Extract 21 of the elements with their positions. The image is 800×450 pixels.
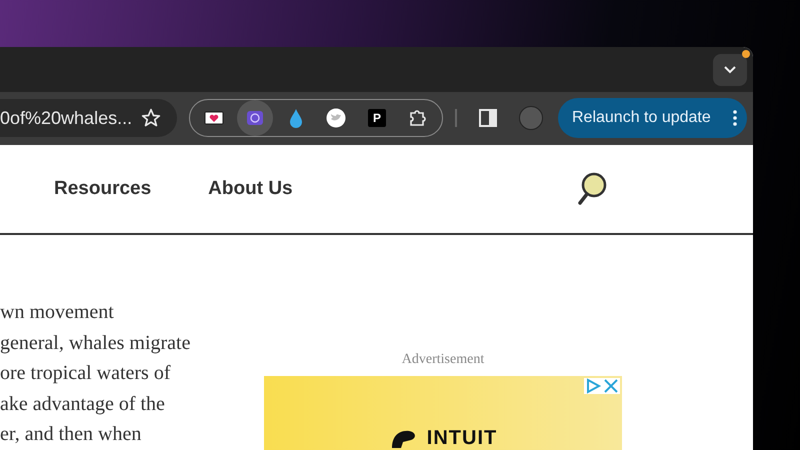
bird-icon	[326, 108, 346, 128]
address-bar[interactable]: 0of%20whales...	[0, 99, 177, 138]
article-text: wn movement general, whales migrate ore tropical waters of ake advantage of the er, and then when	[0, 300, 192, 448]
nav-link[interactable]: Resources	[54, 174, 152, 204]
puzzle-icon	[408, 108, 428, 128]
ad-logo: INTUIT	[426, 428, 498, 448]
badge-icon	[246, 109, 264, 128]
nav-link[interactable]: About Us	[208, 174, 293, 204]
search-icon[interactable]	[577, 172, 607, 206]
side-panel-icon[interactable]	[479, 109, 497, 128]
url-text: 0of%20whales...	[0, 106, 132, 130]
ad-label: Advertisement	[402, 351, 484, 370]
extension-button[interactable]: P	[358, 100, 395, 136]
more-vertical-icon	[733, 110, 737, 126]
water-drop-icon	[288, 108, 303, 128]
close-icon[interactable]	[602, 378, 620, 394]
adchoices-icon[interactable]	[584, 378, 602, 394]
relaunch-button[interactable]: Relaunch to update	[558, 98, 747, 138]
letter-p-icon: P	[368, 109, 386, 128]
star-icon[interactable]	[141, 108, 161, 128]
chevron-down-icon	[724, 66, 736, 74]
